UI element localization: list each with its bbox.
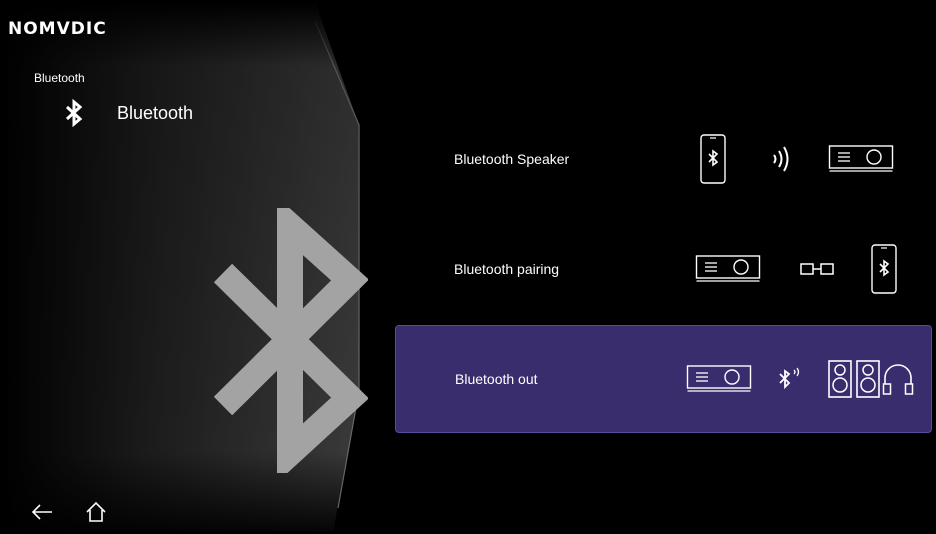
headphones-icon <box>882 364 914 395</box>
phone-bluetooth-icon <box>700 134 726 184</box>
phone-bluetooth-icon <box>871 244 897 294</box>
left-panel: NOMVDIC Bluetooth Bluetooth <box>3 3 368 531</box>
option-bluetooth-speaker[interactable]: Bluetooth Speaker <box>395 105 932 213</box>
category-label: Bluetooth <box>117 102 194 123</box>
home-button[interactable] <box>81 497 111 527</box>
option-bluetooth-out[interactable]: Bluetooth out <box>395 325 932 433</box>
projector-icon <box>695 255 761 282</box>
back-button[interactable] <box>27 497 57 527</box>
category-item-bluetooth[interactable]: Bluetooth <box>63 99 193 127</box>
bluetooth-signal-icon <box>779 367 800 390</box>
link-icon <box>800 263 834 275</box>
option-bluetooth-pairing[interactable]: Bluetooth pairing <box>395 215 932 323</box>
brand-logo: NOMVDIC <box>8 19 107 39</box>
projector-icon <box>828 145 894 172</box>
large-bluetooth-icon <box>213 208 368 473</box>
option-label: Bluetooth pairing <box>454 261 560 277</box>
back-arrow-icon <box>31 504 52 520</box>
projector-icon <box>686 365 752 392</box>
option-label: Bluetooth out <box>455 371 538 387</box>
option-label: Bluetooth Speaker <box>454 151 570 167</box>
speakers-icon <box>828 360 880 398</box>
screen: NOMVDIC Bluetooth Bluetooth Bluetooth Sp… <box>3 3 933 531</box>
bluetooth-icon <box>65 99 83 127</box>
bottom-nav <box>27 497 111 527</box>
breadcrumb: Bluetooth <box>34 71 85 85</box>
home-icon <box>86 501 106 522</box>
signal-waves-icon <box>773 146 789 172</box>
